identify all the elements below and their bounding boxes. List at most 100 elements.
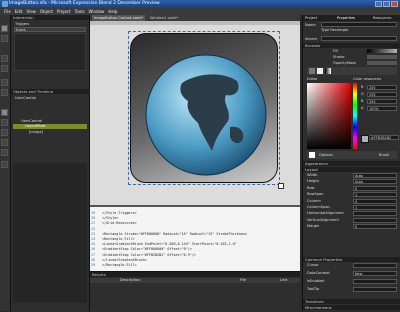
event-trigger: Event: [16, 28, 26, 32]
xaml-editor[interactable]: 19 </Style.Triggers> 20 </Style> 21 </Grid.Re…: [90, 205, 300, 272]
brush-row[interactable]: Fill: [305, 49, 399, 54]
code-line[interactable]: </Style>: [102, 216, 118, 220]
tree-item-image[interactable]: [Image]: [29, 130, 43, 134]
code-line[interactable]: <LinearGradientBrush EndPoint="0.500,0.1…: [102, 242, 237, 246]
layout-prop-input[interactable]: [353, 217, 397, 223]
direct-select-tool-icon[interactable]: [1, 35, 8, 42]
channel-input[interactable]: 255: [367, 99, 397, 104]
brush-row[interactable]: Stroke: [305, 55, 399, 60]
tab-resources[interactable]: Resources: [373, 16, 391, 20]
brushes-header[interactable]: Brushes: [303, 43, 400, 48]
solid-brush-icon[interactable]: [317, 68, 323, 74]
menu-window[interactable]: Window: [89, 9, 105, 14]
tree-item-layoutroot: LayoutRoot: [25, 124, 46, 128]
search-input[interactable]: [321, 36, 397, 41]
eyedropper-tool-icon[interactable]: [1, 79, 8, 86]
layout-prop-input[interactable]: 0: [353, 185, 397, 191]
maximize-button[interactable]: [383, 1, 390, 7]
tab-project[interactable]: Project: [305, 16, 317, 20]
channel-input[interactable]: 100%: [367, 106, 397, 111]
gradient-brush-icon[interactable]: [325, 68, 331, 74]
layout-prop-input[interactable]: 0: [353, 224, 397, 230]
grid-tool-icon[interactable]: [1, 139, 8, 146]
code-line-number: 26: [91, 247, 96, 252]
hue-slider[interactable]: [353, 83, 357, 149]
text-tool-icon[interactable]: [1, 129, 8, 136]
code-line[interactable]: <GradientStop Color="#FFB2B2B2" Offset="…: [102, 253, 196, 257]
search-label: Search: [305, 37, 318, 41]
layout-prop-input[interactable]: Auto: [353, 179, 397, 185]
code-line-number: 19: [91, 211, 96, 215]
brush-row[interactable]: OpacityMask: [305, 61, 399, 66]
timeline-area: [13, 163, 87, 303]
menu-project[interactable]: Project: [57, 9, 71, 14]
common-properties-header[interactable]: Common Properties: [303, 257, 400, 262]
zoom-tool-icon[interactable]: [1, 65, 8, 72]
close-button[interactable]: [391, 1, 398, 7]
code-line[interactable]: </Rectangle.Fill>: [102, 263, 137, 267]
hex-input[interactable]: #FFB2B2B2: [369, 135, 399, 140]
common-prop-label: DataContext: [307, 271, 330, 275]
common-prop-input[interactable]: New: [353, 271, 397, 276]
tools-strip: [0, 15, 11, 311]
color-field[interactable]: [307, 83, 351, 149]
menu-help[interactable]: Help: [108, 9, 117, 14]
type-label: Type Rectangle: [321, 28, 349, 32]
layout-prop-input[interactable]: 1: [353, 205, 397, 210]
pan-tool-icon[interactable]: [1, 55, 8, 62]
layout-header[interactable]: Layout: [303, 167, 400, 172]
brush-row-label: Fill: [333, 49, 338, 53]
layout-prop-label: Height: [307, 179, 319, 184]
menu-tools[interactable]: Tools: [75, 9, 85, 14]
resize-handle[interactable]: [278, 183, 284, 189]
miscellaneous-header[interactable]: Miscellaneous: [303, 305, 400, 310]
channel-input[interactable]: 255: [367, 85, 397, 90]
layout-rows: Width Auto Height Auto Row 0 RowSpan 1 Column 0 Co…: [303, 173, 400, 233]
channel-input[interactable]: 255: [367, 92, 397, 97]
brush-label[interactable]: Brush: [379, 153, 389, 157]
layout-prop-input[interactable]: [353, 211, 397, 217]
tree-item-usercontrol[interactable]: UserControl: [21, 119, 42, 123]
tree-item-layoutroot-row[interactable]: LayoutRoot: [13, 124, 87, 129]
common-prop-input[interactable]: [353, 279, 397, 284]
tab-properties[interactable]: Properties: [337, 16, 355, 20]
menu-object[interactable]: Object: [40, 9, 53, 14]
rectangle-tool-icon[interactable]: [1, 119, 8, 126]
common-prop-input[interactable]: [353, 263, 397, 268]
common-prop-input[interactable]: [353, 287, 397, 292]
menu-file[interactable]: File: [4, 9, 11, 14]
layout-prop-input[interactable]: Auto: [353, 173, 397, 178]
code-line[interactable]: </Style.Triggers>: [102, 211, 137, 215]
brush-preview: Options Brush: [307, 151, 397, 159]
code-line-number: 25: [91, 242, 96, 247]
code-line[interactable]: <Rectangle Stroke="#FF000000" RadiusX="1…: [102, 232, 247, 236]
selection-tool-icon[interactable]: [1, 25, 8, 32]
col-line: Line: [280, 278, 288, 282]
trigger-list[interactable]: Event: [14, 27, 86, 32]
name-input[interactable]: [321, 22, 397, 27]
code-line[interactable]: </Grid.Resources>: [102, 221, 137, 225]
menu-edit[interactable]: Edit: [15, 9, 23, 14]
no-brush-icon[interactable]: [309, 68, 315, 74]
transform-header[interactable]: Transform: [303, 299, 400, 304]
layout-prop-input[interactable]: 1: [353, 192, 397, 198]
minimize-button[interactable]: [375, 1, 382, 7]
options-label[interactable]: Options: [319, 153, 333, 157]
code-line[interactable]: </LinearGradientBrush>: [102, 258, 147, 262]
pen-tool-icon[interactable]: [1, 109, 8, 116]
common-rows: Cursor DataContext New IsEnabled ToolTip: [303, 263, 400, 297]
right-tabs: Project Properties Resources: [303, 15, 400, 21]
asset-library-icon[interactable]: [1, 161, 8, 168]
paint-bucket-tool-icon[interactable]: [1, 89, 8, 96]
layout-prop-label: Row: [307, 185, 315, 190]
menu-view[interactable]: View: [26, 9, 36, 14]
code-line-number: 27: [91, 252, 96, 257]
layout-prop-label: Column: [307, 198, 321, 203]
code-line[interactable]: <Rectangle.Fill>: [102, 237, 135, 241]
layout-prop-input[interactable]: 0: [353, 198, 397, 204]
design-surface[interactable]: [90, 21, 300, 205]
code-line[interactable]: <GradientStop Color="#FF000000" Offset="…: [102, 247, 192, 251]
brush-tool-icon[interactable]: [1, 149, 8, 156]
appearance-header[interactable]: Appearance: [303, 161, 400, 166]
menu-bar: File Edit View Object Project Tools Window Help: [0, 8, 400, 15]
